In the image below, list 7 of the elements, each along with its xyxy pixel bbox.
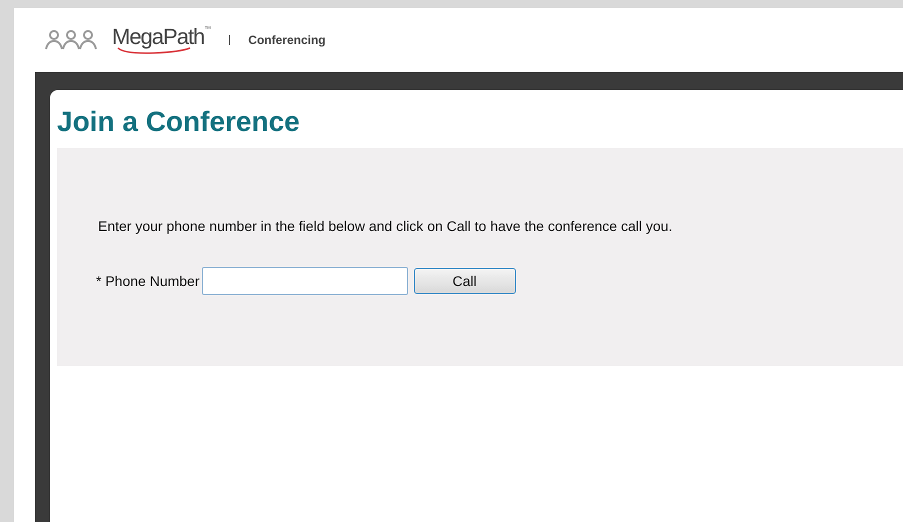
page-title: Join a Conference <box>57 105 301 139</box>
phone-label: * Phone Number <box>96 272 200 290</box>
call-button[interactable]: Call <box>414 268 516 294</box>
phone-input-field[interactable] <box>202 267 408 295</box>
people-icon <box>44 29 98 51</box>
section-title: Conferencing <box>248 32 326 49</box>
instructions-text: Enter your phone number in the field below and click on Call to have the conference call you. <box>98 217 674 236</box>
